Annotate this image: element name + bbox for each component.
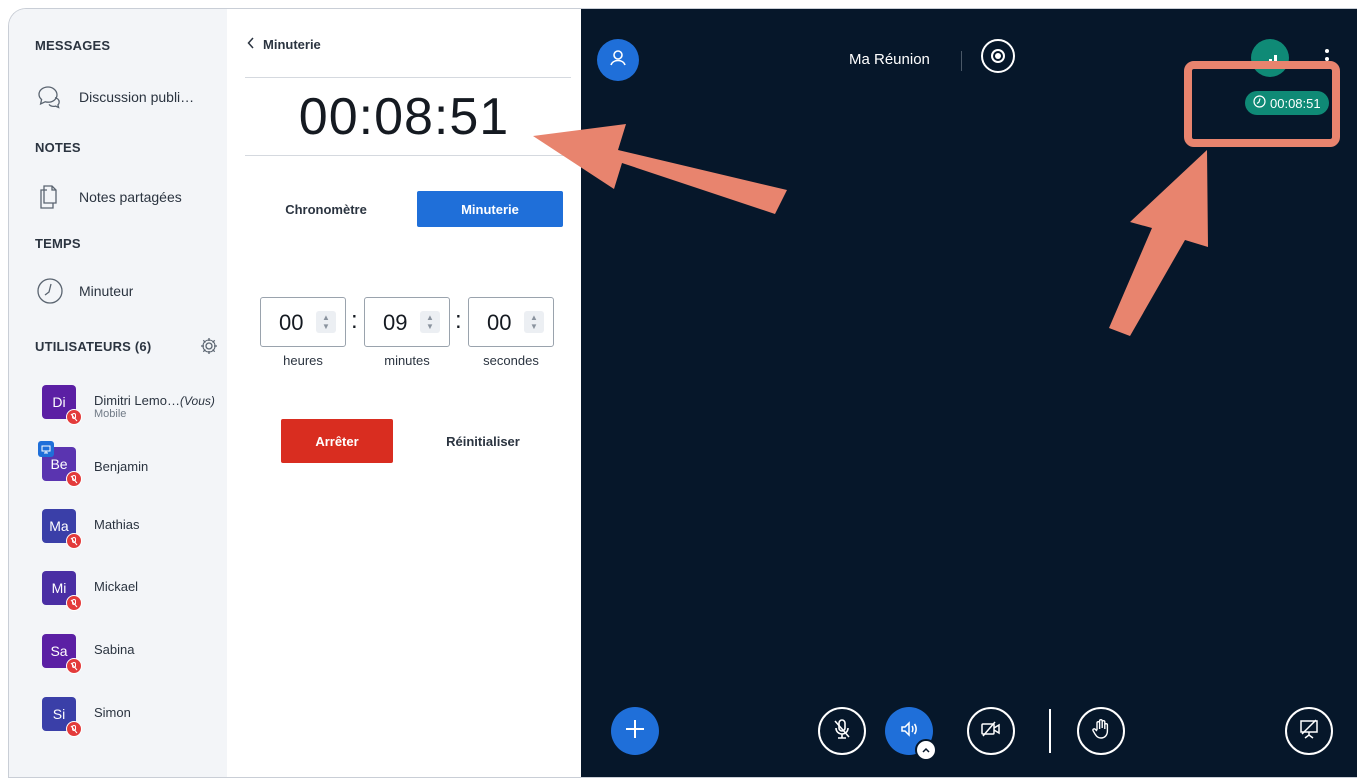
- record-icon: [991, 49, 1005, 63]
- seconds-stepper[interactable]: 00 ▲ ▼: [468, 297, 554, 347]
- app-frame: MESSAGES Discussion publi… NOTES Notes p…: [8, 8, 1357, 778]
- user-list-item[interactable]: Be Benjamin: [38, 441, 227, 487]
- sidebar-item-timer[interactable]: Minuteur: [35, 273, 225, 309]
- panel-title: Minuterie: [263, 37, 321, 52]
- annotation-highlight-box: [1184, 61, 1340, 147]
- timer-display: 00:08:51: [298, 88, 510, 146]
- camera-button[interactable]: [967, 707, 1015, 755]
- sidebar-item-label: Discussion publi…: [79, 89, 195, 105]
- timer-panel: Minuterie 00:08:51 Chronomètre Minuterie…: [227, 9, 581, 777]
- hours-label: heures: [283, 353, 323, 368]
- clock-icon: [35, 276, 65, 306]
- you-tag: (Vous): [179, 394, 215, 408]
- gear-icon[interactable]: [199, 336, 219, 356]
- user-subtitle: Mobile: [94, 408, 127, 420]
- back-button[interactable]: Minuterie: [247, 37, 321, 52]
- user-name: Dimitri Lemo…(Vous): [94, 393, 215, 408]
- divider: [961, 51, 962, 71]
- raise-hand-button[interactable]: [1077, 707, 1125, 755]
- camera-off-icon: [980, 720, 1002, 743]
- record-button[interactable]: [981, 39, 1015, 73]
- user-list-item[interactable]: Si Simon: [42, 697, 227, 737]
- user-name: Simon: [94, 705, 131, 720]
- muted-mic-icon: [66, 409, 82, 425]
- stepper-arrows-icon[interactable]: ▲ ▼: [524, 311, 544, 333]
- sidebar-item-label: Notes partagées: [79, 189, 182, 205]
- minutes-value: 09: [383, 310, 408, 335]
- time-separator: :: [351, 307, 358, 334]
- hand-icon: [1091, 718, 1111, 745]
- user-name: Mickael: [94, 579, 139, 594]
- actions-button[interactable]: [611, 707, 659, 755]
- user-list-toggle-button[interactable]: [597, 39, 639, 81]
- muted-mic-icon: [66, 658, 82, 674]
- hours-value: 00: [279, 310, 304, 335]
- hours-stepper[interactable]: 00 ▲ ▼: [260, 297, 346, 347]
- user-name: Benjamin: [94, 459, 149, 474]
- presentation-off-icon: [1298, 718, 1320, 745]
- seconds-label: secondes: [483, 353, 539, 368]
- plus-icon: [624, 718, 646, 745]
- divider: [1049, 709, 1051, 753]
- sidebar: MESSAGES Discussion publi… NOTES Notes p…: [9, 9, 227, 777]
- user-list-item[interactable]: Mi Mickael: [42, 571, 227, 611]
- time-section-title: TEMPS: [35, 236, 81, 251]
- user-name: Mathias: [94, 517, 140, 532]
- seconds-value: 00: [487, 310, 512, 335]
- user-list-item[interactable]: Sa Sabina: [42, 634, 227, 674]
- messages-section-title: MESSAGES: [35, 38, 111, 53]
- mic-off-icon: [832, 718, 852, 745]
- chat-icon: [35, 82, 65, 112]
- users-section-title: UTILISATEURS (6): [35, 339, 152, 354]
- presentation-button[interactable]: [1285, 707, 1333, 755]
- presenter-icon: [38, 441, 54, 457]
- reset-button[interactable]: Réinitialiser: [423, 419, 543, 463]
- sidebar-item-public-chat[interactable]: Discussion publi…: [35, 79, 225, 115]
- user-name: Sabina: [94, 642, 135, 657]
- speaker-icon: [899, 719, 919, 744]
- divider: [245, 155, 571, 156]
- stop-button[interactable]: Arrêter: [281, 419, 393, 463]
- user-icon: [608, 48, 628, 73]
- muted-mic-icon: [66, 721, 82, 737]
- sidebar-item-shared-notes[interactable]: Notes partagées: [35, 179, 225, 215]
- chevron-left-icon: [247, 37, 255, 52]
- chevron-up-icon[interactable]: [915, 739, 937, 761]
- mute-button[interactable]: [818, 707, 866, 755]
- tab-timer[interactable]: Minuterie: [417, 191, 563, 227]
- minutes-label: minutes: [384, 353, 430, 368]
- stepper-arrows-icon[interactable]: ▲ ▼: [420, 311, 440, 333]
- notes-icon: [35, 182, 65, 212]
- meeting-title: Ma Réunion: [849, 51, 930, 68]
- sidebar-item-label: Minuteur: [79, 283, 134, 299]
- divider: [245, 77, 571, 78]
- muted-mic-icon: [66, 533, 82, 549]
- time-separator: :: [455, 307, 462, 334]
- user-list-item[interactable]: Di Dimitri Lemo…(Vous) Mobile: [42, 385, 227, 425]
- stepper-arrows-icon[interactable]: ▲ ▼: [316, 311, 336, 333]
- tab-stopwatch[interactable]: Chronomètre: [253, 191, 399, 227]
- notes-section-title: NOTES: [35, 140, 81, 155]
- user-list-item[interactable]: Ma Mathias: [42, 509, 227, 549]
- muted-mic-icon: [66, 471, 82, 487]
- minutes-stepper[interactable]: 09 ▲ ▼: [364, 297, 450, 347]
- muted-mic-icon: [66, 595, 82, 611]
